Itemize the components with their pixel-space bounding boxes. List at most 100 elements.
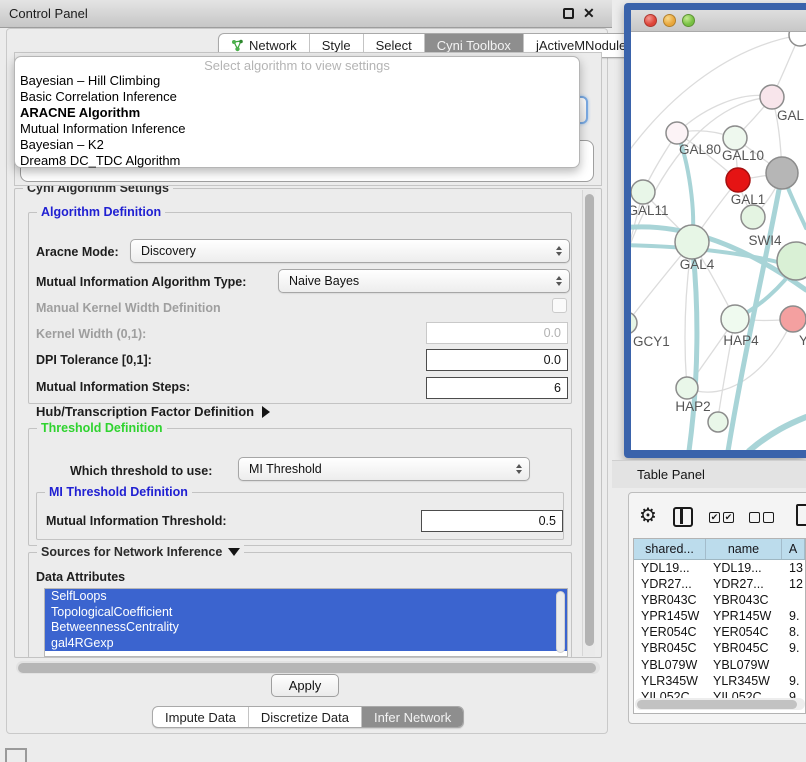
attribute-item[interactable]: TopologicalCoefficient [45,605,567,621]
mi-steps-field[interactable]: 6 [426,377,568,399]
table-row[interactable]: YDR27...YDR27...12 [634,576,805,592]
network-window-titlebar[interactable] [631,10,806,32]
table-cell[interactable]: YPR145W [634,608,706,624]
column-header-partial[interactable]: A [782,539,805,559]
which-threshold-combobox[interactable]: MI Threshold [238,457,530,481]
table-cell[interactable]: 9. [782,673,805,689]
attribute-item[interactable]: SelfLoops [45,589,567,605]
network-node[interactable] [726,168,750,192]
mi-threshold-field[interactable]: 0.5 [421,510,563,532]
network-node[interactable] [631,312,637,334]
network-node[interactable] [708,412,728,432]
scrollbar-thumb[interactable] [585,194,594,646]
column-header-name[interactable]: name [706,539,782,559]
network-node[interactable] [780,306,806,332]
dropdown-item[interactable]: Dream8 DC_TDC Algorithm [15,153,579,169]
tab-infer-network[interactable]: Infer Network [362,707,463,727]
aracne-mode-combobox[interactable]: Discovery [130,239,570,263]
network-edge-thick [689,242,697,450]
table-cell[interactable]: 9. [782,640,805,656]
table-cell[interactable]: 9. [782,608,805,624]
close-traffic-light[interactable] [644,14,657,27]
table-cell[interactable]: YDL19... [706,560,782,576]
network-node[interactable] [675,225,709,259]
dropdown-item[interactable]: ARACNE Algorithm [15,105,579,121]
table-cell[interactable]: YBR043C [634,592,706,608]
table-cell[interactable]: YBR043C [706,592,782,608]
columns-icon[interactable] [673,507,693,527]
network-node[interactable] [789,32,806,46]
table-cell[interactable] [782,592,805,608]
scrollbar-thumb[interactable] [18,663,596,673]
export-table-icon[interactable] [796,504,806,526]
settings-horizontal-scrollbar[interactable] [16,661,600,674]
network-node[interactable] [676,377,698,399]
data-attributes-label: Data Attributes [36,570,125,584]
tab-discretize-data[interactable]: Discretize Data [249,707,362,727]
table-cell[interactable]: YBR045C [706,640,782,656]
close-icon[interactable]: ✕ [583,5,595,22]
table-horizontal-scrollbar[interactable] [635,698,805,710]
scrollbar-thumb[interactable] [637,700,797,709]
table-cell[interactable]: YBL079W [706,657,782,673]
table-row[interactable]: YPR145WYPR145W9. [634,608,805,624]
settings-vertical-scrollbar[interactable] [582,190,595,656]
select-all-checkbox-icon[interactable]: ✔ [723,512,734,523]
dropdown-item[interactable]: Mutual Information Inference [15,121,579,137]
network-node[interactable] [760,85,784,109]
mi-algorithm-type-combobox[interactable]: Naive Bayes [278,269,570,293]
dropdown-item[interactable]: Bayesian – Hill Climbing [15,73,579,89]
float-window-icon[interactable] [563,8,574,19]
table-cell[interactable]: YLR345W [634,673,706,689]
table-cell[interactable]: YER054C [634,624,706,640]
node-label: GAL1 [731,192,766,207]
dropdown-item[interactable]: Basic Correlation Inference [15,89,579,105]
gear-icon[interactable]: ⚙ [639,503,657,528]
deselect-all-checkbox-icon[interactable] [749,512,760,523]
network-node[interactable] [723,126,747,150]
apply-button[interactable]: Apply [271,674,339,697]
network-node[interactable] [766,157,798,189]
hub-definition-toggle[interactable]: Hub/Transcription Factor Definition [36,404,270,419]
sources-toggle[interactable]: Sources for Network Inference [37,545,244,559]
table-cell[interactable]: YBL079W [634,657,706,673]
table-cell[interactable]: YDR27... [634,576,706,592]
minimized-panel-icon[interactable] [5,748,27,762]
attribute-item[interactable]: gal4RGexp [45,636,567,652]
list-scrollbar-thumb[interactable] [556,591,565,653]
table-row[interactable]: YDL19...YDL19...13 [634,560,805,576]
column-header-shared[interactable]: shared... [634,539,706,559]
table-cell[interactable]: YER054C [706,624,782,640]
kernel-width-field[interactable]: 0.0 [426,322,568,344]
table-cell[interactable]: YDR27... [706,576,782,592]
deselect-all-checkbox-icon[interactable] [763,512,774,523]
dpi-tolerance-field[interactable]: 0.0 [426,349,568,371]
attribute-item[interactable]: BetweennessCentrality [45,620,567,636]
minimize-traffic-light[interactable] [663,14,676,27]
table-cell[interactable]: YDL19... [634,560,706,576]
tab-impute-data[interactable]: Impute Data [153,707,249,727]
table-row[interactable]: YER054CYER054C8. [634,624,805,640]
table-cell[interactable]: 12 [782,576,805,592]
table-row[interactable]: YLR345WYLR345W9. [634,673,805,689]
select-all-checkbox-icon[interactable]: ✔ [709,512,720,523]
table-cell[interactable]: YLR345W [706,673,782,689]
table-cell[interactable]: 13 [782,560,805,576]
table-cell[interactable] [782,657,805,673]
zoom-traffic-light[interactable] [682,14,695,27]
network-node[interactable] [666,122,688,144]
manual-kernel-width-checkbox[interactable] [552,298,567,313]
table-cell[interactable]: YPR145W [706,608,782,624]
network-node[interactable] [721,305,749,333]
dropdown-item[interactable]: Bayesian – K2 [15,137,579,153]
table-row[interactable]: YBR045CYBR045C9. [634,640,805,656]
table-cell[interactable]: YBR045C [634,640,706,656]
network-canvas[interactable]: GALGAL80GAL10GAL1GAL11GAL4SWI4GCY1HAP4YH… [631,32,806,450]
network-node[interactable] [741,205,765,229]
node-table[interactable]: shared... name A YDL19...YDL19...13YDR27… [633,538,806,714]
network-node[interactable] [631,180,655,204]
table-cell[interactable]: 8. [782,624,805,640]
table-row[interactable]: YBL079WYBL079W [634,657,805,673]
data-attributes-list[interactable]: SelfLoopsTopologicalCoefficientBetweenne… [44,588,568,657]
table-row[interactable]: YBR043CYBR043C [634,592,805,608]
